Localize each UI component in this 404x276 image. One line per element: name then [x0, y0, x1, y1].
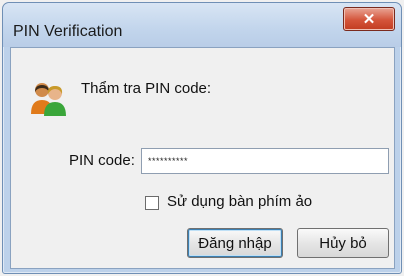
login-button[interactable]: Đăng nhập — [187, 228, 283, 258]
virtual-keyboard-label[interactable]: Sử dụng bàn phím ảo — [167, 193, 312, 210]
pin-verification-window: PIN Verification ✕ Thẩm tra PIN code: PI… — [2, 2, 402, 274]
pin-code-label: PIN code: — [69, 152, 135, 169]
pin-verification-heading: Thẩm tra PIN code: — [81, 80, 212, 97]
close-icon: ✕ — [362, 11, 376, 28]
users-icon — [31, 83, 66, 116]
pin-code-input[interactable]: ********** — [141, 148, 389, 174]
window-title: PIN Verification — [13, 23, 123, 40]
cancel-button[interactable]: Hủy bỏ — [297, 228, 389, 258]
close-button[interactable]: ✕ — [343, 7, 395, 31]
title-bar[interactable]: PIN Verification ✕ — [3, 3, 401, 47]
virtual-keyboard-checkbox[interactable] — [145, 196, 159, 210]
dialog-body: Thẩm tra PIN code: PIN code: ********** … — [10, 47, 395, 269]
